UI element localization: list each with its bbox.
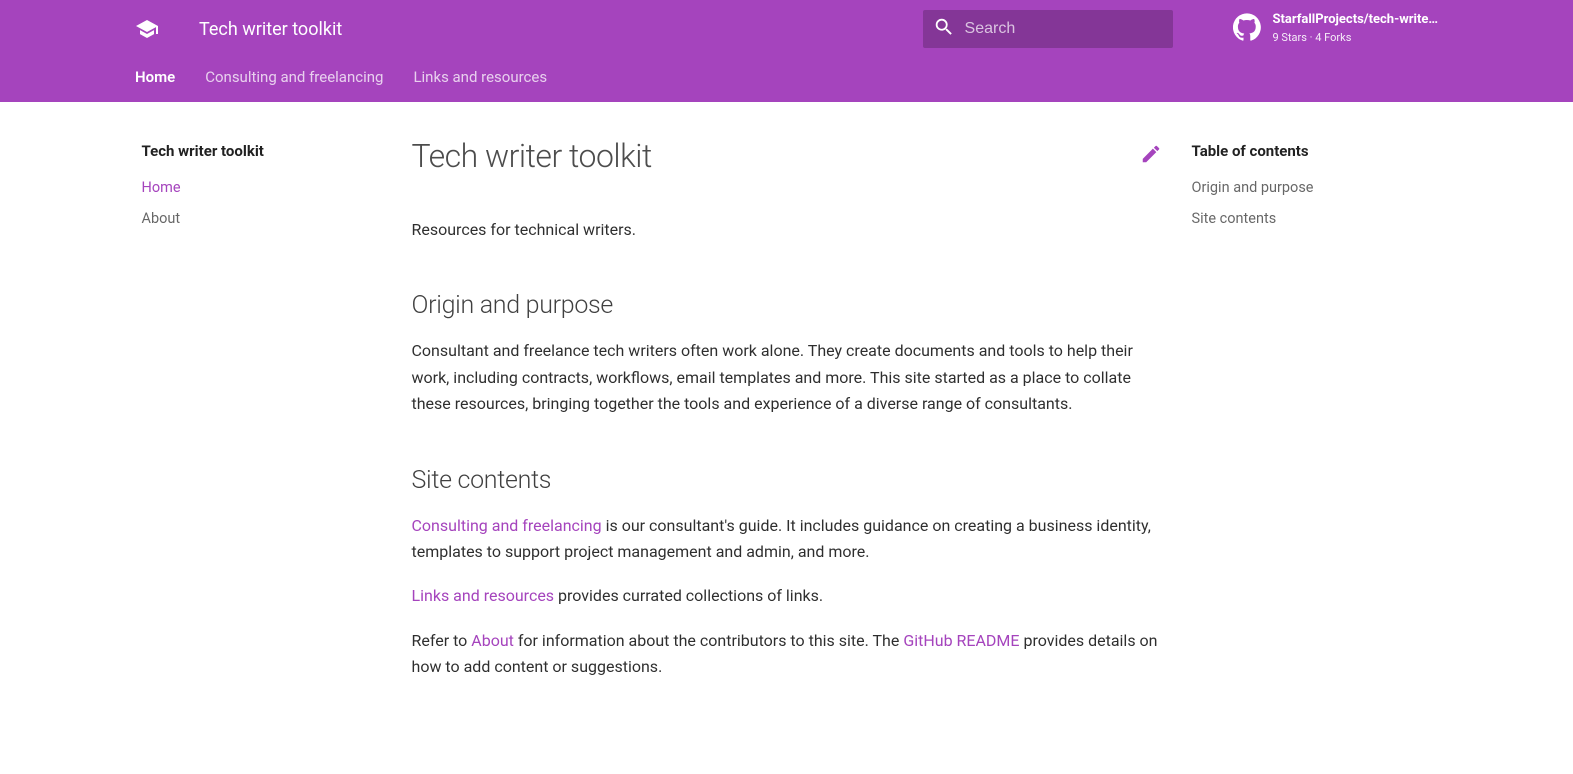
intro-text: Resources for technical writers. — [412, 217, 1162, 243]
text-refer-mid: for information about the contributors t… — [514, 631, 903, 650]
toc-item-site[interactable]: Site contents — [1192, 203, 1432, 234]
tab-links[interactable]: Links and resources — [413, 52, 547, 102]
paragraph-consulting: Consulting and freelancing is our consul… — [412, 513, 1162, 566]
header-tabs: Home Consulting and freelancing Links an… — [0, 52, 1573, 102]
link-readme[interactable]: GitHub README — [903, 631, 1019, 650]
repo-link[interactable]: StarfallProjects/tech-write… 9 Stars · 4… — [1233, 12, 1438, 45]
header-top: Tech writer toolkit StarfallProjects/tec… — [0, 0, 1573, 52]
paragraph-links: Links and resources provides currated co… — [412, 583, 1162, 609]
edit-icon[interactable] — [1140, 143, 1162, 169]
tab-consulting[interactable]: Consulting and freelancing — [205, 52, 383, 102]
search-input[interactable] — [965, 20, 1163, 38]
search-box[interactable] — [923, 10, 1173, 48]
page-title: Tech writer toolkit — [412, 137, 652, 175]
paragraph-origin: Consultant and freelance tech writers of… — [412, 338, 1162, 417]
search-icon — [933, 16, 955, 42]
tab-home[interactable]: Home — [135, 52, 175, 102]
school-cap-icon — [135, 17, 159, 41]
heading-site-contents: Site contents — [412, 466, 1162, 495]
text-refer-pre: Refer to — [412, 631, 472, 650]
repo-name: StarfallProjects/tech-write… — [1273, 12, 1438, 29]
sidebar: Tech writer toolkit Home About — [142, 102, 382, 681]
toc: Table of contents Origin and purpose Sit… — [1192, 102, 1432, 681]
toc-nav: Origin and purpose Site contents — [1192, 172, 1432, 234]
toc-item-origin[interactable]: Origin and purpose — [1192, 172, 1432, 203]
link-links-resources[interactable]: Links and resources — [412, 586, 555, 605]
heading-origin: Origin and purpose — [412, 291, 1162, 320]
repo-text: StarfallProjects/tech-write… 9 Stars · 4… — [1273, 12, 1438, 45]
text-links-rest: provides currated collections of links. — [554, 586, 823, 605]
sidebar-item-home[interactable]: Home — [142, 172, 382, 203]
sidebar-nav: Home About — [142, 172, 382, 234]
site-title[interactable]: Tech writer toolkit — [199, 19, 342, 40]
main-content: Tech writer toolkit Resources for techni… — [412, 102, 1162, 681]
paragraph-refer: Refer to About for information about the… — [412, 628, 1162, 681]
link-consulting[interactable]: Consulting and freelancing — [412, 516, 602, 535]
link-about[interactable]: About — [471, 631, 514, 650]
header: Tech writer toolkit StarfallProjects/tec… — [0, 0, 1573, 102]
toc-title: Table of contents — [1192, 142, 1432, 160]
sidebar-title: Tech writer toolkit — [142, 142, 382, 160]
github-icon — [1233, 13, 1261, 45]
sidebar-item-about[interactable]: About — [142, 203, 382, 234]
repo-stats: 9 Stars · 4 Forks — [1273, 31, 1438, 45]
